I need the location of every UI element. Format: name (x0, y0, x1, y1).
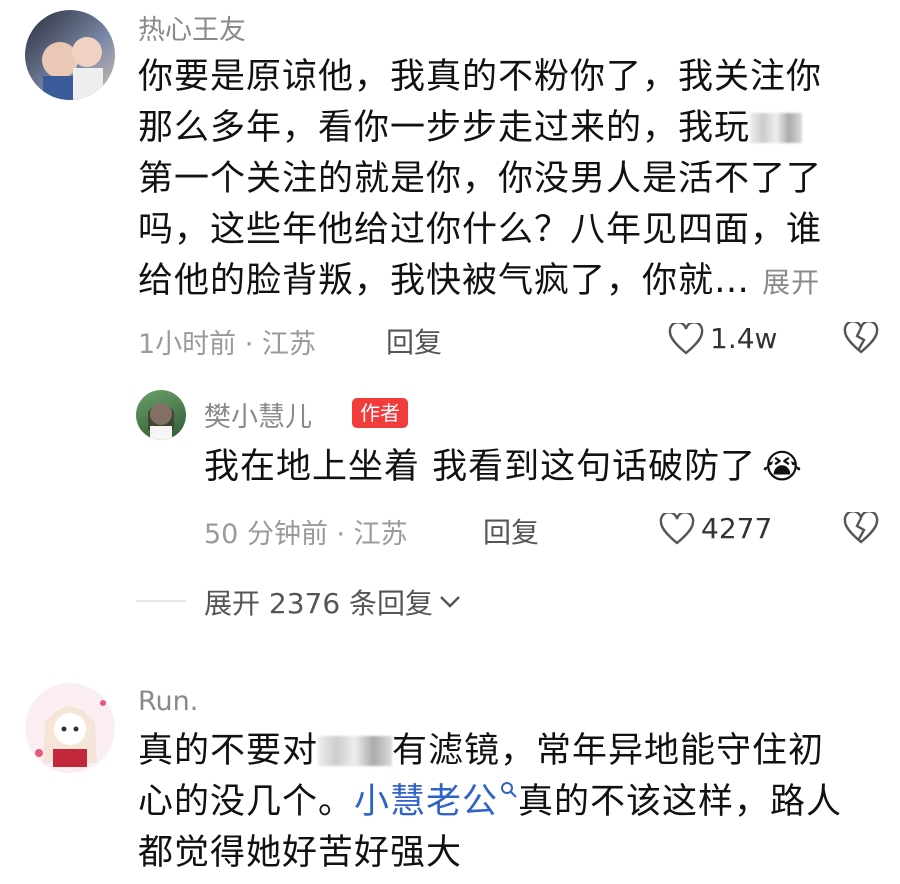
chevron-down-icon (440, 596, 460, 608)
avatar[interactable] (136, 390, 186, 440)
censored-text (750, 113, 803, 143)
comment-time-location: 1小时前 · 江苏 (138, 329, 316, 360)
like-count: 1.4w (710, 322, 778, 355)
crying-emoji-icon: 😭 (762, 447, 803, 487)
avatar-photo-icon (42, 37, 103, 100)
author-badge: 作者 (352, 398, 408, 428)
like-button[interactable]: 1.4w (668, 322, 777, 355)
broken-heart-icon (843, 510, 879, 544)
heart-icon (659, 512, 695, 545)
comment-line: 真的不要对 有滤镜，常年异地能守住初 (138, 731, 825, 771)
expand-replies-button[interactable]: 展开 2376 条回复 (204, 582, 461, 622)
search-icon (501, 782, 517, 798)
comment-body: 真的不要对 有滤镜，常年异地能守住初 心的没几个。小慧老公 真的不该这样，路人 都觉… (138, 726, 878, 879)
reply-time-location: 50 分钟前 · 江苏 (204, 519, 408, 550)
reply-button[interactable]: 回复 (386, 321, 442, 361)
avatar[interactable] (25, 10, 115, 100)
reply-body: 我在地上坐着 我看到这句话破防了 😭 (204, 442, 803, 493)
broken-heart-icon (843, 320, 879, 354)
mention-link[interactable]: 小慧老公 (354, 782, 518, 822)
comment-line: 心的没几个。小慧老公 真的不该这样，路人 (138, 782, 843, 822)
expand-replies-label: 展开 2376 条回复 (204, 587, 434, 620)
avatar[interactable] (25, 683, 115, 773)
expand-text-link[interactable]: 展开 (762, 266, 820, 299)
dislike-button[interactable] (843, 510, 879, 548)
comment-line: 吗，这些年他给过你什么？八年见四面，谁 (138, 210, 823, 250)
comment-body: 你要是原谅他，我真的不粉你了，我关注你 那么多年，看你一步步走过来的，我玩 第一… (138, 52, 878, 308)
avatar-photo-icon (148, 403, 174, 440)
comment-line: 都觉得她好苦好强大 (138, 833, 463, 873)
comment-line: 你要是原谅他，我真的不粉你了，我关注你 (138, 57, 823, 97)
avatar-illustration-icon (35, 700, 106, 767)
like-count: 4277 (701, 512, 773, 545)
replies-divider (136, 600, 186, 602)
comment-line: 第一个关注的就是你，你没男人是活不了了 (138, 159, 823, 199)
dislike-button[interactable] (843, 320, 879, 358)
censored-text (318, 736, 393, 766)
reply-text: 我在地上坐着 我看到这句话破防了 (204, 447, 757, 487)
comment-line: 那么多年，看你一步步走过来的，我玩 (138, 103, 878, 154)
like-button[interactable]: 4277 (659, 512, 772, 545)
comment-username[interactable]: Run. (138, 686, 198, 717)
comment-line: 给他的脸背叛，我快被气疯了，你就… 展开 (138, 261, 821, 301)
comment-username[interactable]: 热心王友 (138, 8, 246, 47)
heart-icon (668, 322, 704, 355)
reply-username[interactable]: 樊小慧儿 (204, 395, 312, 434)
reply-button[interactable]: 回复 (483, 511, 539, 551)
